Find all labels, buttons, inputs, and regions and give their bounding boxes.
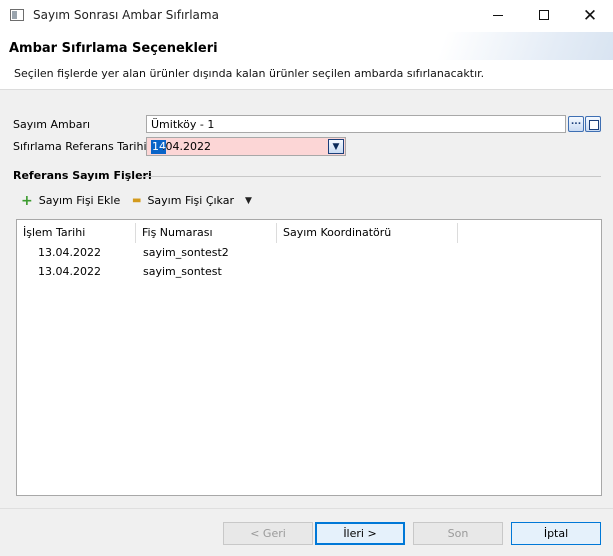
warehouse-lookup-button[interactable]: ... [568,116,584,132]
banner-decoration [436,32,613,60]
date-dropdown-button[interactable]: ▼ [328,139,344,154]
close-button[interactable]: ✕ [567,0,613,32]
toolbar-menu-button[interactable]: ▼ [245,193,252,209]
add-slip-label: Sayım Fişi Ekle [38,194,121,207]
add-icon: + [21,193,33,209]
remove-slip-label: Sayım Fişi Çıkar [147,194,234,207]
next-button[interactable]: İleri > [315,522,405,545]
banner-title: Ambar Sıfırlama Seçenekleri [9,41,218,56]
wizard-banner: Ambar Sıfırlama Seçenekleri Seçilen fişl… [0,32,613,90]
maximize-button[interactable] [521,0,567,32]
remove-slip-button[interactable]: ▬ Sayım Fişi Çıkar [132,193,234,209]
finish-button[interactable]: Son [413,522,503,545]
window-title: Sayım Sonrası Ambar Sıfırlama [33,8,219,22]
remove-icon: ▬ [132,195,142,206]
date-rest: .04.2022 [162,140,211,153]
table-row-1-date[interactable]: 13.04.2022 [38,246,101,259]
reference-slips-group-title: Referans Sayım Fişleri [13,169,152,182]
chevron-down-icon: ▼ [245,196,252,206]
warehouse-field[interactable]: Ümitköy - 1 [146,115,566,133]
footer-divider [0,508,613,509]
add-slip-button[interactable]: + Sayım Fişi Ekle [21,193,120,209]
column-header-coordinator[interactable]: Sayım Koordinatörü [278,223,458,243]
table-row-1-slip-number[interactable]: sayim_sontest2 [143,246,229,259]
chevron-down-icon: ▼ [332,142,340,152]
reference-date-field[interactable]: 14 .04.2022 ▼ [146,137,346,156]
warehouse-value: Ümitköy - 1 [151,118,215,131]
cancel-button[interactable]: İptal [511,522,601,545]
close-icon: ✕ [582,6,598,26]
app-window-icon [10,9,24,21]
maximize-icon [539,10,549,20]
banner-description: Seçilen fişlerde yer alan ürünler dışınd… [14,67,485,80]
title-bar: Sayım Sonrası Ambar Sıfırlama ✕ [0,0,613,32]
warehouse-list-button[interactable] [585,116,601,132]
back-button[interactable]: < Geri [223,522,313,545]
group-divider [138,176,601,177]
column-header-date[interactable]: İşlem Tarihi [18,223,136,243]
column-header-slip-number[interactable]: Fiş Numarası [137,223,277,243]
date-label: Sıfırlama Referans Tarihi [13,140,147,153]
table-row-2-date[interactable]: 13.04.2022 [38,265,101,278]
minimize-button[interactable] [475,0,521,32]
warehouse-label: Sayım Ambarı [13,118,91,131]
minimize-icon [493,15,503,16]
table-row-2-slip-number[interactable]: sayim_sontest [143,265,222,278]
ellipsis-icon: ... [570,117,582,127]
reference-slips-table[interactable]: İşlem Tarihi Fiş Numarası Sayım Koordina… [16,219,602,496]
